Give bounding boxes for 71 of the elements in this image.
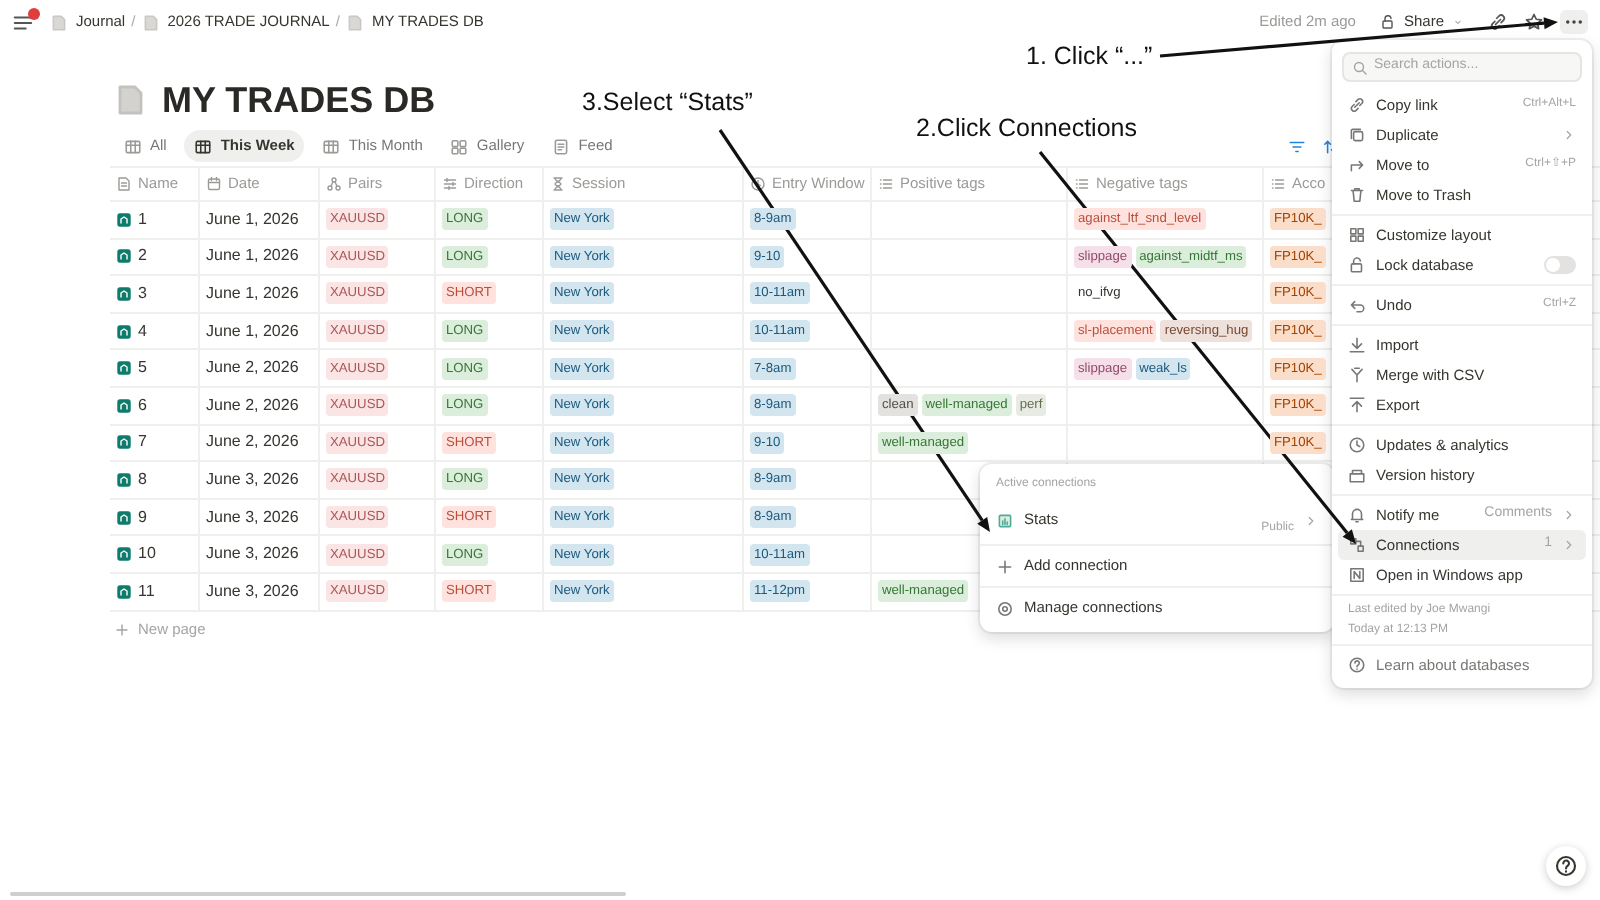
- row-name[interactable]: 11: [138, 579, 155, 604]
- scrollbar[interactable]: [10, 892, 626, 896]
- more-button[interactable]: [1560, 10, 1588, 34]
- gallery-icon: [450, 137, 469, 155]
- notification-dot: [28, 7, 40, 19]
- copy-icon: [1348, 126, 1366, 144]
- padlock-icon: [1379, 14, 1396, 30]
- caret-icon: [1452, 16, 1464, 28]
- upload-icon: [1348, 396, 1366, 414]
- toggle-switch[interactable]: [1544, 256, 1576, 274]
- annotation-text: 2.Click Connections: [916, 114, 1137, 142]
- filter-icon[interactable]: [1288, 137, 1306, 155]
- menu-icon[interactable]: [12, 11, 34, 33]
- link-icon: [1348, 96, 1366, 114]
- annotation-text: 3.Select “Stats”: [582, 88, 753, 116]
- date-text: June 1, 2026: [206, 319, 299, 344]
- row-name[interactable]: 3: [138, 281, 147, 306]
- date-text: June 3, 2026: [206, 579, 299, 604]
- connections-icon: [1348, 536, 1366, 554]
- date-text: June 3, 2026: [206, 467, 299, 492]
- list-icon: [1074, 176, 1090, 192]
- list-icon: [878, 176, 894, 192]
- clock-icon: [750, 176, 766, 192]
- row-name[interactable]: 5: [138, 356, 147, 381]
- table-icon: [194, 137, 213, 155]
- trash-icon: [1348, 186, 1366, 204]
- calendar-icon: [206, 176, 222, 192]
- annotation-text: 1. Click “...”: [1026, 42, 1153, 70]
- relation-icon: [326, 176, 342, 192]
- date-text: June 3, 2026: [206, 505, 299, 530]
- table-icon: [124, 137, 142, 155]
- row-name[interactable]: 8: [138, 467, 147, 492]
- search-icon: [1352, 59, 1368, 75]
- table-icon: [322, 137, 341, 155]
- hourglass-icon: [550, 176, 566, 192]
- help-icon: [1348, 656, 1366, 674]
- merge-icon: [1348, 366, 1366, 384]
- list-icon: [1270, 176, 1286, 192]
- plus-icon: [996, 557, 1014, 575]
- help-icon: [1554, 854, 1578, 878]
- clock-icon: [1348, 436, 1366, 454]
- plus-icon: [114, 621, 130, 638]
- row-name[interactable]: 10: [138, 542, 156, 567]
- date-text: June 1, 2026: [206, 244, 299, 269]
- row-name[interactable]: 6: [138, 393, 147, 418]
- bell-icon: [1348, 506, 1366, 524]
- date-text: June 1, 2026: [206, 281, 299, 306]
- row-name[interactable]: 7: [138, 430, 147, 455]
- settings-icon: [996, 599, 1014, 617]
- star-icon[interactable]: [1524, 12, 1544, 32]
- arrow-icon: [1348, 156, 1366, 174]
- row-name[interactable]: 9: [138, 505, 147, 530]
- date-text: June 2, 2026: [206, 356, 299, 381]
- box-icon: [1348, 466, 1366, 484]
- link-icon[interactable]: [1488, 12, 1508, 32]
- row-name[interactable]: 4: [138, 319, 147, 344]
- chevron-icon: [1304, 513, 1318, 527]
- layout-icon: [1348, 226, 1366, 244]
- row-name[interactable]: 2: [138, 244, 147, 269]
- row-name[interactable]: 1: [138, 207, 147, 232]
- date-text: June 2, 2026: [206, 430, 299, 455]
- padlock-icon: [1348, 256, 1366, 274]
- page-title: MY TRADES DB: [162, 78, 436, 122]
- help-button[interactable]: [1546, 846, 1586, 886]
- app-logo-icon: [1348, 566, 1366, 584]
- date-text: June 2, 2026: [206, 393, 299, 418]
- undo-icon: [1348, 296, 1366, 314]
- download-icon: [1348, 336, 1366, 354]
- feed-icon: [552, 137, 571, 155]
- date-text: June 1, 2026: [206, 207, 299, 232]
- date-text: June 3, 2026: [206, 542, 299, 567]
